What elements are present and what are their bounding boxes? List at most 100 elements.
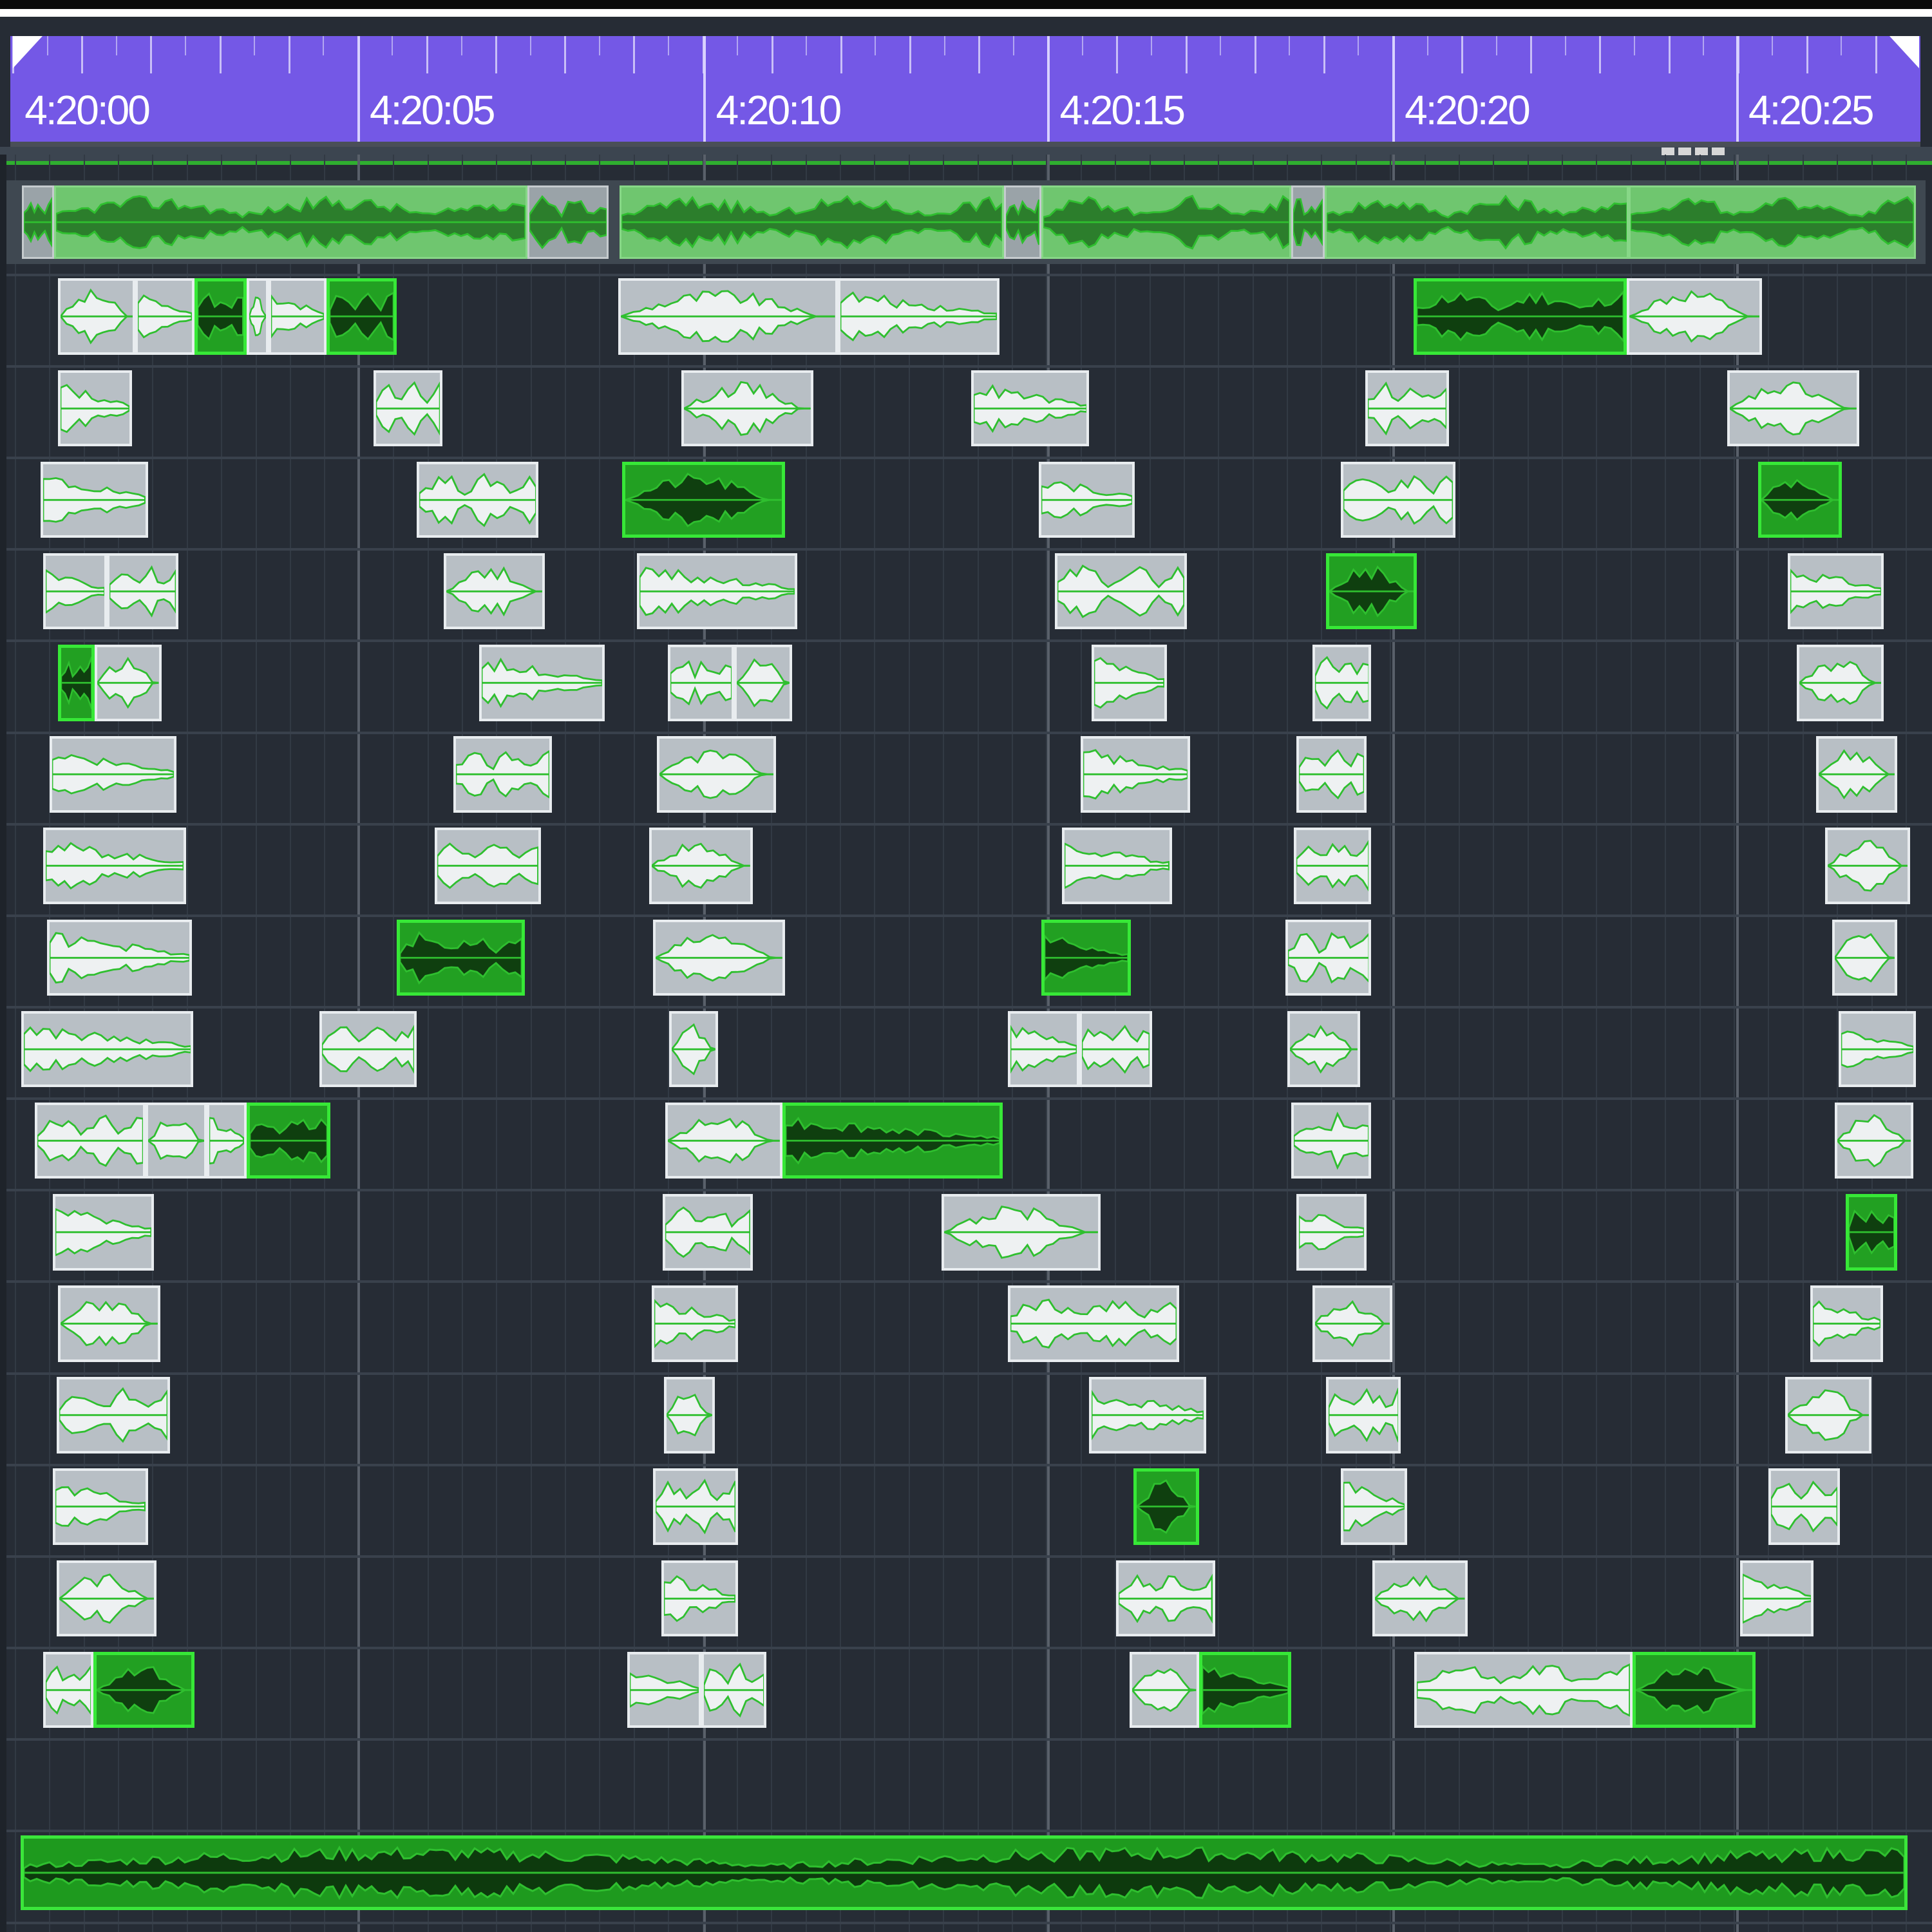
audio-clip[interactable] <box>145 1102 207 1179</box>
timeline-ruler[interactable]: 4:20:00 4:20:05 4:20:10 4:20:15 4:20:20 4:20:… <box>10 36 1920 147</box>
audio-clip-selected[interactable] <box>397 919 526 996</box>
audio-clip-selected[interactable] <box>194 278 247 355</box>
audio-clip[interactable] <box>618 278 838 355</box>
audio-clip[interactable] <box>416 461 539 538</box>
audio-clip[interactable] <box>701 1651 767 1728</box>
audio-clip[interactable] <box>1062 828 1172 904</box>
audio-clip[interactable] <box>21 1010 194 1088</box>
audio-clip[interactable] <box>1796 645 1884 721</box>
audio-clip[interactable] <box>665 1102 782 1179</box>
overview-track[interactable] <box>6 180 1926 264</box>
audio-clip[interactable] <box>57 1377 171 1454</box>
audio-clip[interactable] <box>1365 370 1450 447</box>
audio-clip[interactable] <box>1838 1010 1917 1088</box>
audio-clip-selected[interactable] <box>1133 1468 1199 1546</box>
audio-clip[interactable] <box>1092 645 1167 721</box>
audio-clip[interactable] <box>661 1560 739 1637</box>
audio-clip[interactable] <box>95 645 162 721</box>
loop-start-marker-icon[interactable] <box>13 36 43 68</box>
audio-clip[interactable] <box>1785 1377 1872 1454</box>
audio-clip[interactable] <box>1080 736 1191 813</box>
overview-clip[interactable] <box>527 185 609 259</box>
loop-end-marker-icon[interactable] <box>1889 36 1919 68</box>
audio-clip[interactable] <box>1739 1560 1814 1637</box>
audio-clip-selected[interactable] <box>57 645 95 721</box>
audio-clip[interactable] <box>1372 1560 1468 1637</box>
full-length-audio-clip[interactable] <box>21 1835 1908 1910</box>
audio-clip[interactable] <box>1834 1102 1914 1179</box>
audio-clip[interactable] <box>681 370 813 447</box>
audio-clip[interactable] <box>53 1468 148 1546</box>
audio-clip[interactable] <box>269 278 327 355</box>
scroll-grip-icon[interactable] <box>1662 147 1739 156</box>
audio-clip[interactable] <box>1788 553 1884 630</box>
overview-clip[interactable] <box>54 185 527 259</box>
audio-clip[interactable] <box>57 370 132 447</box>
audio-clip[interactable] <box>1727 370 1860 447</box>
audio-clip[interactable] <box>1816 736 1898 813</box>
audio-clip[interactable] <box>443 553 545 630</box>
audio-clip-selected[interactable] <box>93 1651 195 1728</box>
audio-clip-selected[interactable] <box>782 1102 1003 1179</box>
audio-clip[interactable] <box>1312 1285 1393 1362</box>
audio-clip[interactable] <box>1312 645 1372 721</box>
audio-clip-selected[interactable] <box>327 278 397 355</box>
audio-clip[interactable] <box>627 1651 701 1728</box>
overview-clip[interactable] <box>1324 185 1629 259</box>
audio-clip-selected[interactable] <box>1041 919 1132 996</box>
audio-clip[interactable] <box>1340 461 1455 538</box>
audio-clip[interactable] <box>668 1010 719 1088</box>
audio-clip[interactable] <box>207 1102 247 1179</box>
audio-clip[interactable] <box>34 1102 146 1179</box>
audio-clip[interactable] <box>57 1285 160 1362</box>
audio-clip[interactable] <box>1293 828 1372 904</box>
audio-clip[interactable] <box>668 645 735 721</box>
audio-clip[interactable] <box>107 553 179 630</box>
audio-clip[interactable] <box>652 1285 739 1362</box>
audio-clip[interactable] <box>1054 553 1187 630</box>
audio-clip[interactable] <box>663 1193 753 1271</box>
overview-clip[interactable] <box>1629 185 1917 259</box>
audio-clip-selected[interactable] <box>622 461 785 538</box>
audio-clip[interactable] <box>1832 919 1898 996</box>
audio-clip-selected[interactable] <box>1846 1193 1898 1271</box>
audio-clip[interactable] <box>664 1377 715 1454</box>
audio-clip-selected[interactable] <box>1325 553 1417 630</box>
audio-clip[interactable] <box>1008 1285 1180 1362</box>
audio-clip[interactable] <box>838 278 999 355</box>
audio-clip[interactable] <box>1038 461 1135 538</box>
audio-clip[interactable] <box>435 828 541 904</box>
audio-clip[interactable] <box>46 919 193 996</box>
audio-clip[interactable] <box>734 645 793 721</box>
audio-clip[interactable] <box>1089 1377 1207 1454</box>
audio-clip[interactable] <box>941 1193 1101 1271</box>
audio-clip[interactable] <box>57 278 136 355</box>
audio-clip[interactable] <box>43 1651 94 1728</box>
audio-clip[interactable] <box>649 828 753 904</box>
overview-clip[interactable] <box>22 185 55 259</box>
audio-clip-selected[interactable] <box>1413 278 1627 355</box>
audio-clip[interactable] <box>1116 1560 1215 1637</box>
audio-clip[interactable] <box>1291 1102 1372 1179</box>
audio-clip[interactable] <box>1824 828 1910 904</box>
audio-clip[interactable] <box>971 370 1090 447</box>
audio-clip[interactable] <box>1296 736 1367 813</box>
audio-clip[interactable] <box>1810 1285 1883 1362</box>
audio-clip[interactable] <box>49 736 176 813</box>
overview-clip[interactable] <box>1291 185 1325 259</box>
audio-clip[interactable] <box>246 278 269 355</box>
audio-clip[interactable] <box>1768 1468 1840 1546</box>
overview-clip[interactable] <box>1004 185 1041 259</box>
overview-clip[interactable] <box>1041 185 1292 259</box>
audio-clip[interactable] <box>479 645 605 721</box>
audio-clip[interactable] <box>41 461 148 538</box>
audio-clip[interactable] <box>653 1468 739 1546</box>
audio-clip[interactable] <box>1414 1651 1633 1728</box>
audio-clip[interactable] <box>135 278 195 355</box>
overview-clip[interactable] <box>620 185 1005 259</box>
audio-clip-selected[interactable] <box>246 1102 330 1179</box>
audio-clip[interactable] <box>43 828 186 904</box>
audio-clip[interactable] <box>453 736 553 813</box>
audio-clip[interactable] <box>637 553 797 630</box>
audio-clip-selected[interactable] <box>1758 461 1842 538</box>
